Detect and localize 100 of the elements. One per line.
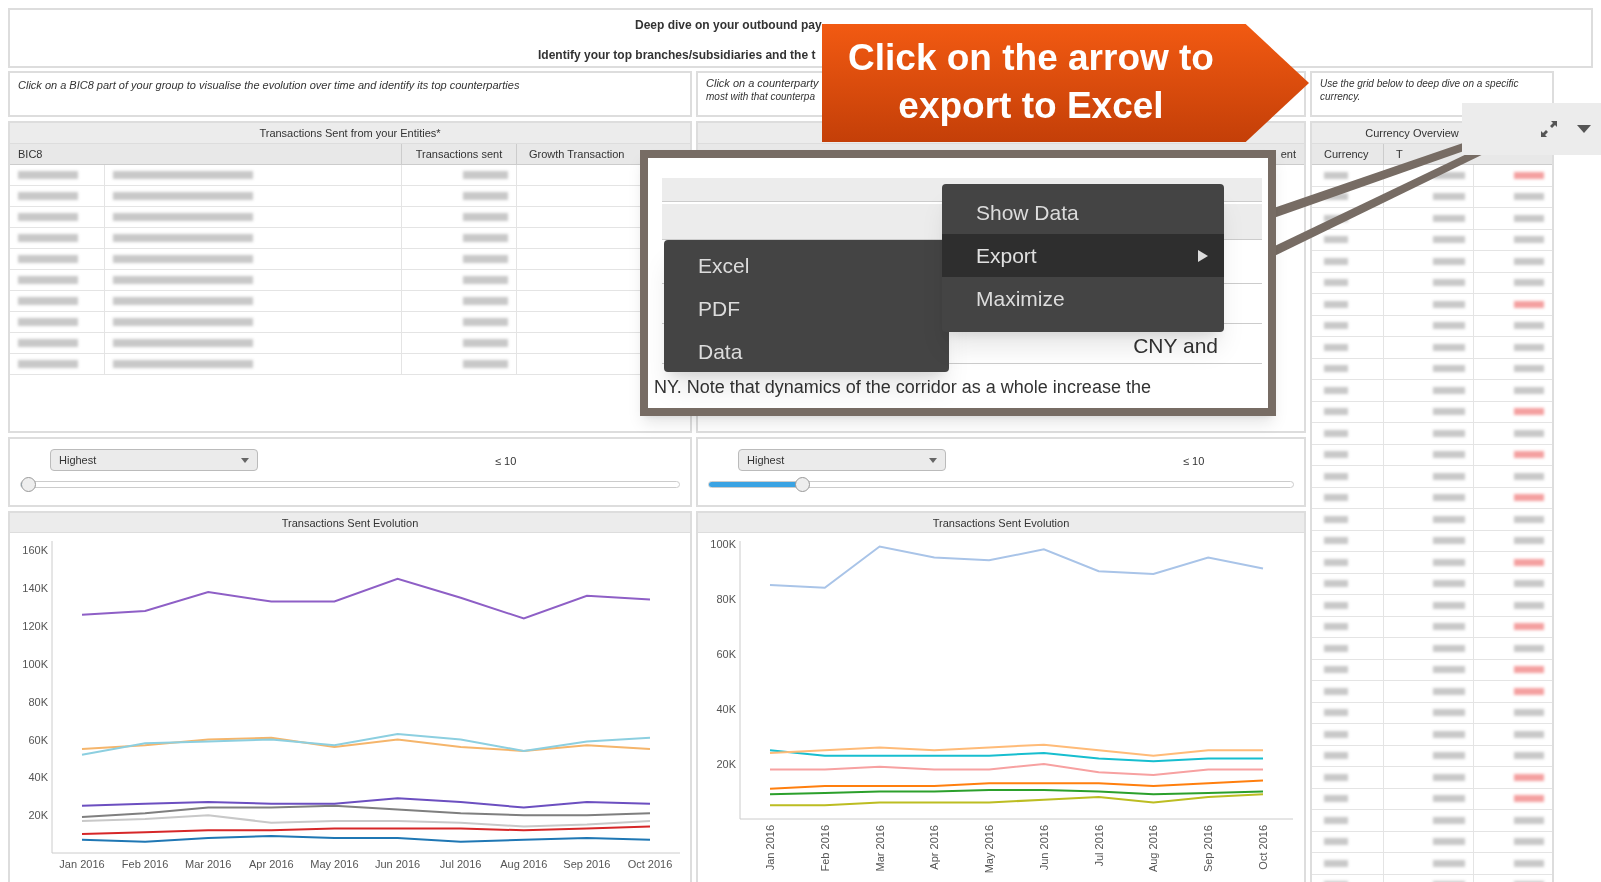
blurred-cell: [463, 276, 508, 284]
blurred-cell: [1324, 795, 1348, 803]
blurred-cell: [1324, 752, 1348, 760]
blurred-cell: [1433, 408, 1465, 416]
slider-thumb[interactable]: [20, 477, 36, 492]
blurred-cell: [463, 171, 508, 179]
blurred-cell: [1514, 580, 1544, 588]
blurred-cell: [463, 255, 508, 263]
blurred-cell: [1324, 451, 1348, 459]
blurred-cell: [1514, 666, 1544, 674]
instruction-text: most with that counterpa: [706, 90, 816, 103]
column-header[interactable]: Transactions sent: [402, 144, 517, 164]
expand-icon[interactable]: [1539, 119, 1559, 139]
x-tick-label: Oct 2016: [1257, 825, 1269, 870]
blurred-cell: [1514, 515, 1544, 523]
blurred-cell: [1433, 558, 1465, 566]
instruction-text: Click on a BIC8 part of your group to visualise the evolution over time and identify its top counterparties: [18, 78, 521, 93]
blurred-cell: [1514, 279, 1544, 287]
x-tick-label: Sep 2016: [563, 858, 611, 870]
limit-label: ≤ 10: [495, 454, 517, 469]
blurred-cell: [18, 318, 78, 326]
blurred-cell: [1324, 279, 1348, 287]
dashboard-title: Deep dive on your outbound pay: [635, 17, 822, 34]
blurred-cell: [1433, 494, 1465, 502]
sort-dropdown[interactable]: Highest: [738, 449, 946, 471]
y-tick-label: 80K: [716, 592, 736, 605]
blurred-cell: [18, 171, 78, 179]
blurred-cell: [1433, 343, 1465, 351]
blurred-cell: [1514, 537, 1544, 545]
blurred-cell: [1433, 838, 1465, 846]
blurred-cell: [1324, 838, 1348, 846]
dashboard-subtitle: Identify your top branches/subsidiaries and the t: [538, 47, 816, 64]
y-tick-label: 60K: [28, 733, 48, 746]
y-tick-label: 140K: [22, 582, 48, 595]
blurred-cell: [1324, 623, 1348, 631]
blurred-cell: [1324, 322, 1348, 330]
y-tick-label: 100K: [710, 537, 736, 550]
blurred-cell: [1514, 451, 1544, 459]
blurred-cell: [463, 234, 508, 242]
blurred-cell: [1324, 816, 1348, 824]
blurred-cell: [1514, 365, 1544, 373]
table-title: Transactions Sent from your Entities*: [10, 123, 690, 144]
blurred-cell: [1324, 601, 1348, 609]
blurred-cell: [1324, 558, 1348, 566]
x-tick-label: Aug 2016: [1147, 825, 1160, 873]
blurred-cell: [1324, 730, 1348, 738]
blurred-cell: [1514, 730, 1544, 738]
chart-title: Transactions Sent Evolution: [10, 513, 690, 533]
blurred-cell: [463, 297, 508, 305]
blurred-cell: [1433, 386, 1465, 394]
x-tick-label: Oct 2016: [627, 858, 673, 870]
blurred-cell: [1324, 709, 1348, 717]
menu-item[interactable]: Show Data: [942, 191, 1224, 234]
x-tick-label: Jul 2016: [439, 858, 482, 870]
blurred-cell: [1433, 300, 1465, 308]
y-tick-label: 60K: [716, 647, 736, 660]
blurred-cell: [1433, 279, 1465, 287]
blurred-cell: [1324, 580, 1348, 588]
blurred-cell: [1514, 795, 1544, 803]
blurred-cell: [1433, 429, 1465, 437]
caret-icon[interactable]: [1577, 125, 1591, 133]
x-tick-label: Jan 2016: [764, 825, 776, 871]
blurred-cell: [1433, 472, 1465, 480]
x-tick-label: Mar 2016: [185, 858, 232, 870]
column-header[interactable]: BIC8: [10, 144, 402, 164]
blurred-cell: [18, 192, 78, 200]
slider-thumb[interactable]: [795, 477, 811, 492]
y-tick-label: 40K: [716, 702, 736, 715]
x-tick-label: Jun 2016: [374, 858, 421, 870]
blurred-cell: [463, 213, 508, 221]
submenu-item[interactable]: Data: [664, 330, 949, 373]
blurred-cell: [1433, 730, 1465, 738]
x-tick-label: Apr 2016: [249, 858, 294, 870]
blurred-cell: [1324, 687, 1348, 695]
blurred-cell: [1324, 494, 1348, 502]
blurred-cell: [1433, 752, 1465, 760]
blurred-cell: [1433, 816, 1465, 824]
blurred-cell: [1324, 365, 1348, 373]
sort-dropdown[interactable]: Highest: [50, 449, 258, 471]
column-header[interactable]: ent: [1272, 144, 1304, 164]
blurred-cell: [1433, 623, 1465, 631]
blurred-cell: [1324, 300, 1348, 308]
column-header[interactable]: Currency: [1312, 144, 1384, 164]
y-tick-label: 120K: [22, 620, 48, 633]
x-tick-label: May 2016: [983, 825, 996, 874]
blurred-cell: [1433, 322, 1465, 330]
callout: Click on the arrow to export to Excel: [822, 24, 1309, 142]
column-header[interactable]: Growth Transaction: [517, 144, 637, 164]
x-tick-label: Jul 2016: [1092, 825, 1105, 867]
blurred-cell: [1433, 773, 1465, 781]
blurred-cell: [1433, 859, 1465, 867]
blurred-cell: [1324, 429, 1348, 437]
blurred-cell: [1324, 537, 1348, 545]
blurred-cell: [1433, 687, 1465, 695]
blurred-cell: [1514, 709, 1544, 717]
blurred-cell: [1514, 838, 1544, 846]
x-tick-label: Jan 2016: [59, 858, 105, 870]
blurred-cell: [1514, 752, 1544, 760]
menu-item[interactable]: Export: [942, 234, 1224, 277]
menu-item[interactable]: Maximize: [942, 277, 1224, 320]
